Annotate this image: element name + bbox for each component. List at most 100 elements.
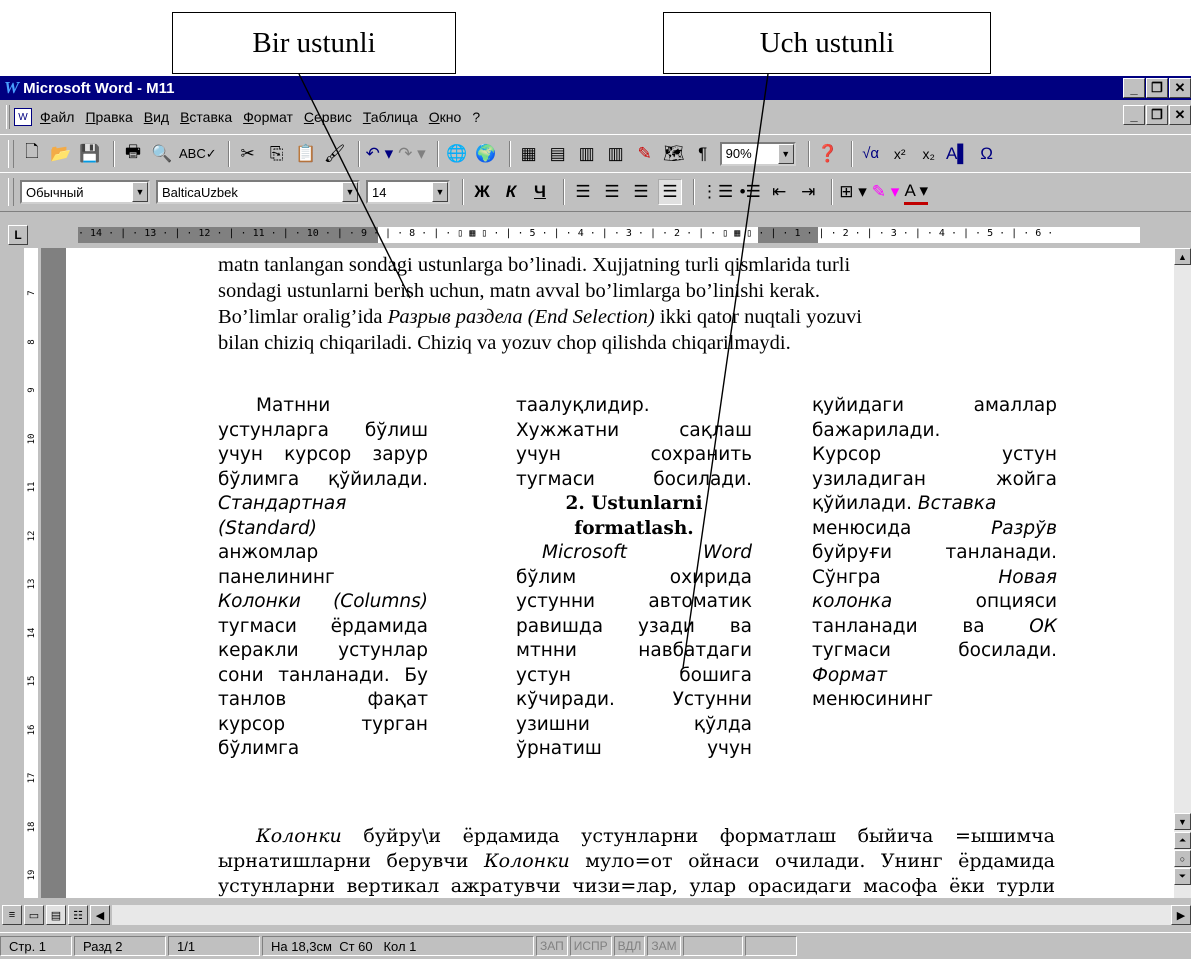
menu-edit[interactable]: Правка xyxy=(85,109,132,125)
hyperlink-icon[interactable]: 🌐 xyxy=(445,141,469,167)
print-layout-icon[interactable]: ▤ xyxy=(46,905,66,925)
highlight-icon[interactable]: ✎ ▾ xyxy=(872,179,900,205)
doc-minimize-button[interactable]: _ xyxy=(1123,105,1145,125)
bullets-icon[interactable]: •☰ xyxy=(738,179,762,205)
text-line: matn tanlangan sondagi ustunlarga bo’lin… xyxy=(218,254,851,276)
zoom-select[interactable]: 90% ▼ xyxy=(719,141,796,166)
superscript-icon[interactable]: x² xyxy=(888,141,912,167)
subscript-icon[interactable]: x₂ xyxy=(917,141,941,167)
menu-window[interactable]: Окно xyxy=(429,109,462,125)
insert-table-icon[interactable]: ▤ xyxy=(546,141,570,167)
vertical-ruler: 7 8 9 10 11 12 13 14 15 16 17 18 19 xyxy=(0,248,42,930)
chevron-down-icon[interactable]: ▼ xyxy=(342,182,358,202)
column-3: қуйидаги амаллар бажарилади. Курсор усту… xyxy=(812,395,1057,710)
tab-selector[interactable]: L xyxy=(8,225,28,245)
horizontal-ruler[interactable]: · 14 · | · 13 · | · 12 · | · 11 · | · 10… xyxy=(78,227,1140,243)
align-right-icon[interactable]: ☰ xyxy=(629,179,653,205)
font-select[interactable]: BalticaUzbek ▼ xyxy=(156,180,360,204)
vertical-ruler-number: 19 xyxy=(27,869,37,881)
standard-toolbar: 🗋 📂 💾 🖶 🔍 ABC✓ ✂ ⎘ 📋 🖌 ↶ ▾ ↷ ▾ 🌐 🌍 ▦ ▤ ▥… xyxy=(0,134,1191,172)
chevron-down-icon[interactable]: ▼ xyxy=(777,143,794,164)
menu-insert[interactable]: Вставка xyxy=(180,109,232,125)
document-map-icon[interactable]: 🗺 xyxy=(662,141,686,167)
align-center-icon[interactable]: ☰ xyxy=(600,179,624,205)
increase-indent-icon[interactable]: ⇥ xyxy=(796,179,820,205)
status-rec[interactable]: ЗАП xyxy=(536,936,568,956)
open-folder-icon[interactable]: 📂 xyxy=(49,141,73,167)
insert-excel-icon[interactable]: ▥ xyxy=(575,141,599,167)
doc-close-button[interactable]: ✕ xyxy=(1169,105,1191,125)
web-layout-icon[interactable]: ▭ xyxy=(24,905,44,925)
print-icon[interactable]: 🖶 xyxy=(121,141,145,167)
decrease-indent-icon[interactable]: ⇤ xyxy=(767,179,791,205)
vertical-ruler-number: 17 xyxy=(27,772,37,784)
menu-table[interactable]: Таблица xyxy=(363,109,418,125)
redo-icon[interactable]: ↷ ▾ xyxy=(398,141,426,167)
save-icon[interactable]: 💾 xyxy=(78,141,102,167)
paragraph-columns: Колонки буйру\и ёрдамида устунларни форм… xyxy=(218,825,1055,897)
print-preview-icon[interactable]: 🔍 xyxy=(150,141,174,167)
next-page-icon[interactable]: ⏷ xyxy=(1174,868,1191,885)
bold-button[interactable]: Ж xyxy=(470,179,494,205)
columns-icon[interactable]: ▥ xyxy=(604,141,628,167)
window-title: Microsoft Word - M11 xyxy=(23,79,175,97)
style-select[interactable]: Обычный ▼ xyxy=(20,180,150,204)
previous-page-icon[interactable]: ⏶ xyxy=(1174,832,1191,849)
equation-icon[interactable]: √α xyxy=(859,141,883,167)
italic-button[interactable]: К xyxy=(499,179,523,205)
format-painter-icon[interactable]: 🖌 xyxy=(323,141,347,167)
paste-icon[interactable]: 📋 xyxy=(294,141,318,167)
status-trk[interactable]: ИСПР xyxy=(569,936,612,956)
scroll-down-icon[interactable]: ▼ xyxy=(1174,813,1191,830)
document-icon[interactable]: W xyxy=(14,108,32,126)
numbering-icon[interactable]: ⋮☰ xyxy=(701,179,733,205)
new-document-icon[interactable]: 🗋 xyxy=(20,141,44,167)
select-browse-object-icon[interactable]: ○ xyxy=(1174,850,1191,867)
status-language xyxy=(682,936,743,956)
align-left-icon[interactable]: ☰ xyxy=(571,179,595,205)
minimize-button[interactable]: _ xyxy=(1123,78,1145,98)
menu-format[interactable]: Формат xyxy=(243,109,293,125)
borders-icon[interactable]: ⊞ ▾ xyxy=(839,179,867,205)
justify-icon[interactable]: ☰ xyxy=(658,179,682,205)
menu-tools[interactable]: Сервис xyxy=(304,109,352,125)
underline-button[interactable]: Ч xyxy=(528,179,552,205)
status-spelling xyxy=(744,936,797,956)
callout-bir-ustunli: Bir ustunli xyxy=(172,12,456,74)
help-icon[interactable]: ❓ xyxy=(816,141,840,167)
restore-button[interactable]: ❐ xyxy=(1146,78,1168,98)
vertical-scrollbar[interactable]: ▲ ▼ ⏶ ○ ⏷ xyxy=(1174,248,1191,898)
doc-restore-button[interactable]: ❐ xyxy=(1146,105,1168,125)
scroll-up-icon[interactable]: ▲ xyxy=(1174,248,1191,265)
chevron-down-icon[interactable]: ▼ xyxy=(432,182,448,202)
drawing-icon[interactable]: ✎ xyxy=(633,141,657,167)
document-page[interactable]: matn tanlangan sondagi ustunlarga bo’lin… xyxy=(66,248,1174,898)
cut-icon[interactable]: ✂ xyxy=(236,141,260,167)
vertical-ruler-number: 9 xyxy=(27,387,37,393)
status-ovr[interactable]: ЗАМ xyxy=(647,936,681,956)
web-toolbar-icon[interactable]: 🌍 xyxy=(474,141,498,167)
scroll-left-icon[interactable]: ◀ xyxy=(90,905,110,925)
normal-view-icon[interactable]: ≡ xyxy=(2,905,22,925)
close-button[interactable]: ✕ xyxy=(1169,78,1191,98)
status-ext[interactable]: ВДЛ xyxy=(613,936,646,956)
scroll-right-icon[interactable]: ▶ xyxy=(1171,905,1191,925)
horizontal-scrollbar[interactable] xyxy=(112,905,1172,925)
symbol-icon[interactable]: Ω xyxy=(975,141,999,167)
copy-icon[interactable]: ⎘ xyxy=(265,141,289,167)
status-position: На 18,3см Ст 60 Кол 1 xyxy=(262,936,534,956)
menu-view[interactable]: Вид xyxy=(144,109,169,125)
font-size-icon[interactable]: A▌ xyxy=(946,141,970,167)
undo-icon[interactable]: ↶ ▾ xyxy=(366,141,394,167)
show-hide-icon[interactable]: ¶ xyxy=(691,141,715,167)
font-size-select[interactable]: 14 ▼ xyxy=(366,180,450,204)
outline-view-icon[interactable]: ☷ xyxy=(68,905,88,925)
column-2: таалуқлидир. Хужжатни сақлаш учун сохран… xyxy=(516,395,752,759)
menu-file[interactable]: Файл xyxy=(40,109,74,125)
spelling-icon[interactable]: ABC✓ xyxy=(179,141,217,167)
chevron-down-icon[interactable]: ▼ xyxy=(132,182,148,202)
tables-borders-icon[interactable]: ▦ xyxy=(517,141,541,167)
vertical-ruler-number: 16 xyxy=(27,724,37,735)
menu-help[interactable]: ? xyxy=(472,109,480,125)
font-color-icon[interactable]: A ▾ xyxy=(904,179,929,205)
